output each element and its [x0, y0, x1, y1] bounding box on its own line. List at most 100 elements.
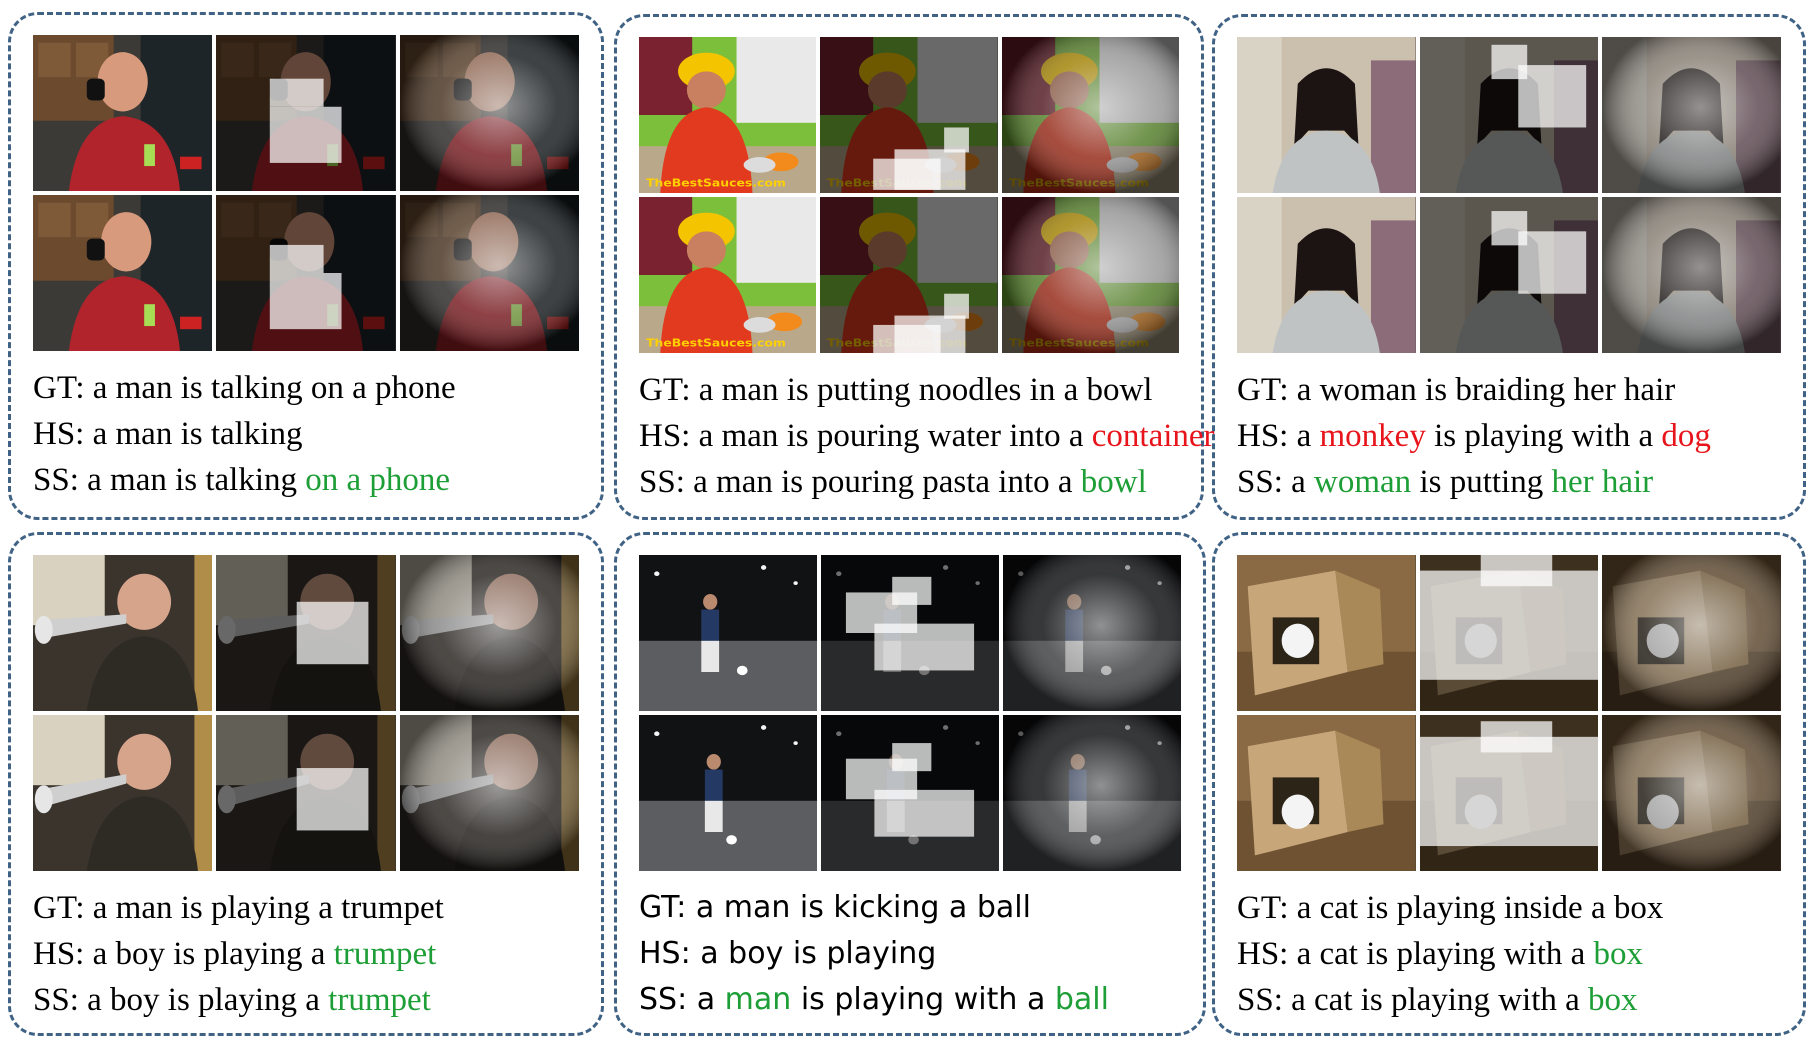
- caption-correct-word: man: [724, 982, 792, 1017]
- soft-saliency-frame: [399, 715, 579, 871]
- caption-text: SS: a man is talking: [33, 462, 306, 498]
- panel-night: GT: a man is kicking a ball HS: a boy is …: [614, 532, 1206, 1036]
- caption-correct-word: box: [1588, 982, 1638, 1018]
- hard-saliency-frame: [1419, 715, 1599, 871]
- hard-saliency-caption: HS: a monkey is playing with a dog: [1237, 413, 1795, 459]
- caption-text: SS: a boy is playing a: [33, 982, 329, 1018]
- captions: GT: a woman is braiding her hair HS: a mo…: [1237, 367, 1795, 505]
- soft-saliency-caption: SS: a boy is playing a trumpet: [33, 977, 593, 1023]
- frame-grid: [33, 555, 579, 871]
- video-frame: TheBestSauces.com: [639, 197, 817, 353]
- soft-saliency-caption: SS: a woman is putting her hair: [1237, 459, 1795, 505]
- panel-office: GT: a man is talking on a phone HS: a man…: [8, 12, 604, 520]
- hard-saliency-frame: [1419, 197, 1599, 353]
- soft-saliency-frame: [1602, 37, 1781, 193]
- ground-truth-caption: GT: a man is talking on a phone: [33, 365, 593, 411]
- soft-saliency-frame: [399, 35, 579, 191]
- hard-saliency-frame: [216, 715, 396, 871]
- hard-saliency-frame: [1419, 37, 1599, 193]
- captions: GT: a man is putting noodles in a bowl HS…: [639, 367, 1215, 505]
- hard-saliency-frame: [216, 555, 396, 711]
- captions: GT: a man is playing a trumpet HS: a boy …: [33, 885, 593, 1023]
- video-frame: [33, 195, 213, 351]
- caption-correct-word: on a phone: [305, 462, 451, 498]
- video-frame: TheBestSauces.com: [639, 37, 817, 193]
- hard-saliency-frame: [821, 715, 999, 871]
- caption-text: GT: a man is talking on a phone: [33, 370, 456, 406]
- caption-correct-word: box: [1593, 936, 1644, 972]
- hard-saliency-frame: [821, 555, 999, 711]
- hard-saliency-frame: [216, 195, 396, 351]
- caption-correct-word: ball: [1054, 982, 1109, 1017]
- caption-text: HS: a boy is playing: [639, 936, 937, 971]
- soft-saliency-frame: [1003, 715, 1181, 871]
- caption-text: GT: a man is playing a trumpet: [33, 890, 444, 926]
- ground-truth-caption: GT: a man is kicking a ball: [639, 885, 1195, 931]
- soft-saliency-frame: [1602, 555, 1781, 711]
- hard-saliency-frame: TheBestSauces.com: [820, 197, 998, 353]
- soft-saliency-frame: TheBestSauces.com: [1001, 197, 1179, 353]
- hard-saliency-frame: [216, 35, 396, 191]
- caption-text: GT: a woman is braiding her hair: [1237, 372, 1676, 408]
- svg-text:TheBestSauces.com: TheBestSauces.com: [646, 336, 786, 349]
- video-frame: [1237, 555, 1416, 711]
- soft-saliency-frame: TheBestSauces.com: [1001, 37, 1179, 193]
- video-frame: [33, 35, 213, 191]
- caption-text: GT: a man is putting noodles in a bowl: [639, 372, 1153, 408]
- video-frame: [33, 555, 213, 711]
- video-frame: [639, 555, 817, 711]
- soft-saliency-caption: SS: a man is playing with a ball: [639, 977, 1195, 1023]
- panel-kitchen: TheBestSauces.com TheBestSauces.com TheB…: [614, 14, 1215, 520]
- soft-saliency-frame: [399, 195, 579, 351]
- soft-saliency-frame: [1602, 715, 1781, 871]
- video-frame: [639, 715, 817, 871]
- hard-saliency-caption: HS: a boy is playing: [639, 931, 1195, 977]
- ground-truth-caption: GT: a woman is braiding her hair: [1237, 367, 1795, 413]
- caption-correct-word: trumpet: [328, 982, 431, 1018]
- hard-saliency-caption: HS: a boy is playing a trumpet: [33, 931, 593, 977]
- hard-saliency-caption: HS: a man is talking: [33, 411, 593, 457]
- caption-text: HS: a cat is playing with a: [1237, 936, 1594, 972]
- caption-text: GT: a cat is playing inside a box: [1237, 890, 1664, 926]
- caption-text: SS: a: [1237, 464, 1315, 500]
- caption-correct-word: trumpet: [333, 936, 437, 972]
- hard-saliency-frame: [1419, 555, 1599, 711]
- caption-wrong-word: container: [1091, 418, 1215, 454]
- captions: GT: a man is talking on a phone HS: a man…: [33, 365, 593, 503]
- frame-grid: [1237, 555, 1781, 871]
- frame-grid: [1237, 37, 1781, 353]
- caption-wrong-word: dog: [1661, 418, 1711, 454]
- caption-text: SS: a cat is playing with a: [1237, 982, 1589, 1018]
- video-frame: [1237, 37, 1416, 193]
- caption-text: GT: a man is kicking a ball: [639, 890, 1031, 925]
- soft-saliency-caption: SS: a man is talking on a phone: [33, 457, 593, 503]
- captions: GT: a man is kicking a ball HS: a boy is …: [639, 885, 1195, 1023]
- caption-text: HS: a boy is playing a: [33, 936, 334, 972]
- caption-text: SS: a: [639, 982, 725, 1017]
- caption-text: HS: a man is talking: [33, 416, 303, 452]
- soft-saliency-frame: [399, 555, 579, 711]
- hard-saliency-caption: HS: a cat is playing with a box: [1237, 931, 1795, 977]
- panel-cat: GT: a cat is playing inside a box HS: a c…: [1212, 532, 1806, 1036]
- caption-text: is playing with a: [791, 982, 1055, 1017]
- caption-correct-word: bowl: [1080, 464, 1147, 500]
- soft-saliency-caption: SS: a man is pouring pasta into a bowl: [639, 459, 1193, 505]
- panel-trumpet: GT: a man is playing a trumpet HS: a boy …: [8, 532, 604, 1036]
- caption-correct-word: her hair: [1551, 464, 1654, 500]
- video-frame: [1237, 197, 1416, 353]
- ground-truth-caption: GT: a man is playing a trumpet: [33, 885, 593, 931]
- svg-text:TheBestSauces.com: TheBestSauces.com: [646, 176, 786, 189]
- panel-bedroom: GT: a woman is braiding her hair HS: a mo…: [1212, 14, 1806, 520]
- caption-wrong-word: monkey: [1319, 418, 1426, 454]
- ground-truth-caption: GT: a cat is playing inside a box: [1237, 885, 1795, 931]
- caption-text: SS: a man is pouring pasta into a: [639, 464, 1081, 500]
- soft-saliency-frame: [1003, 555, 1181, 711]
- caption-text: HS: a man is pouring water into a: [639, 418, 1092, 454]
- hard-saliency-frame: TheBestSauces.com: [820, 37, 998, 193]
- ground-truth-caption: GT: a man is putting noodles in a bowl: [639, 367, 1193, 413]
- caption-correct-word: woman: [1314, 464, 1412, 500]
- soft-saliency-frame: [1602, 197, 1781, 353]
- caption-text: HS: a: [1237, 418, 1320, 454]
- caption-text: is playing with a: [1425, 418, 1662, 454]
- frame-grid: TheBestSauces.com TheBestSauces.com TheB…: [639, 37, 1179, 353]
